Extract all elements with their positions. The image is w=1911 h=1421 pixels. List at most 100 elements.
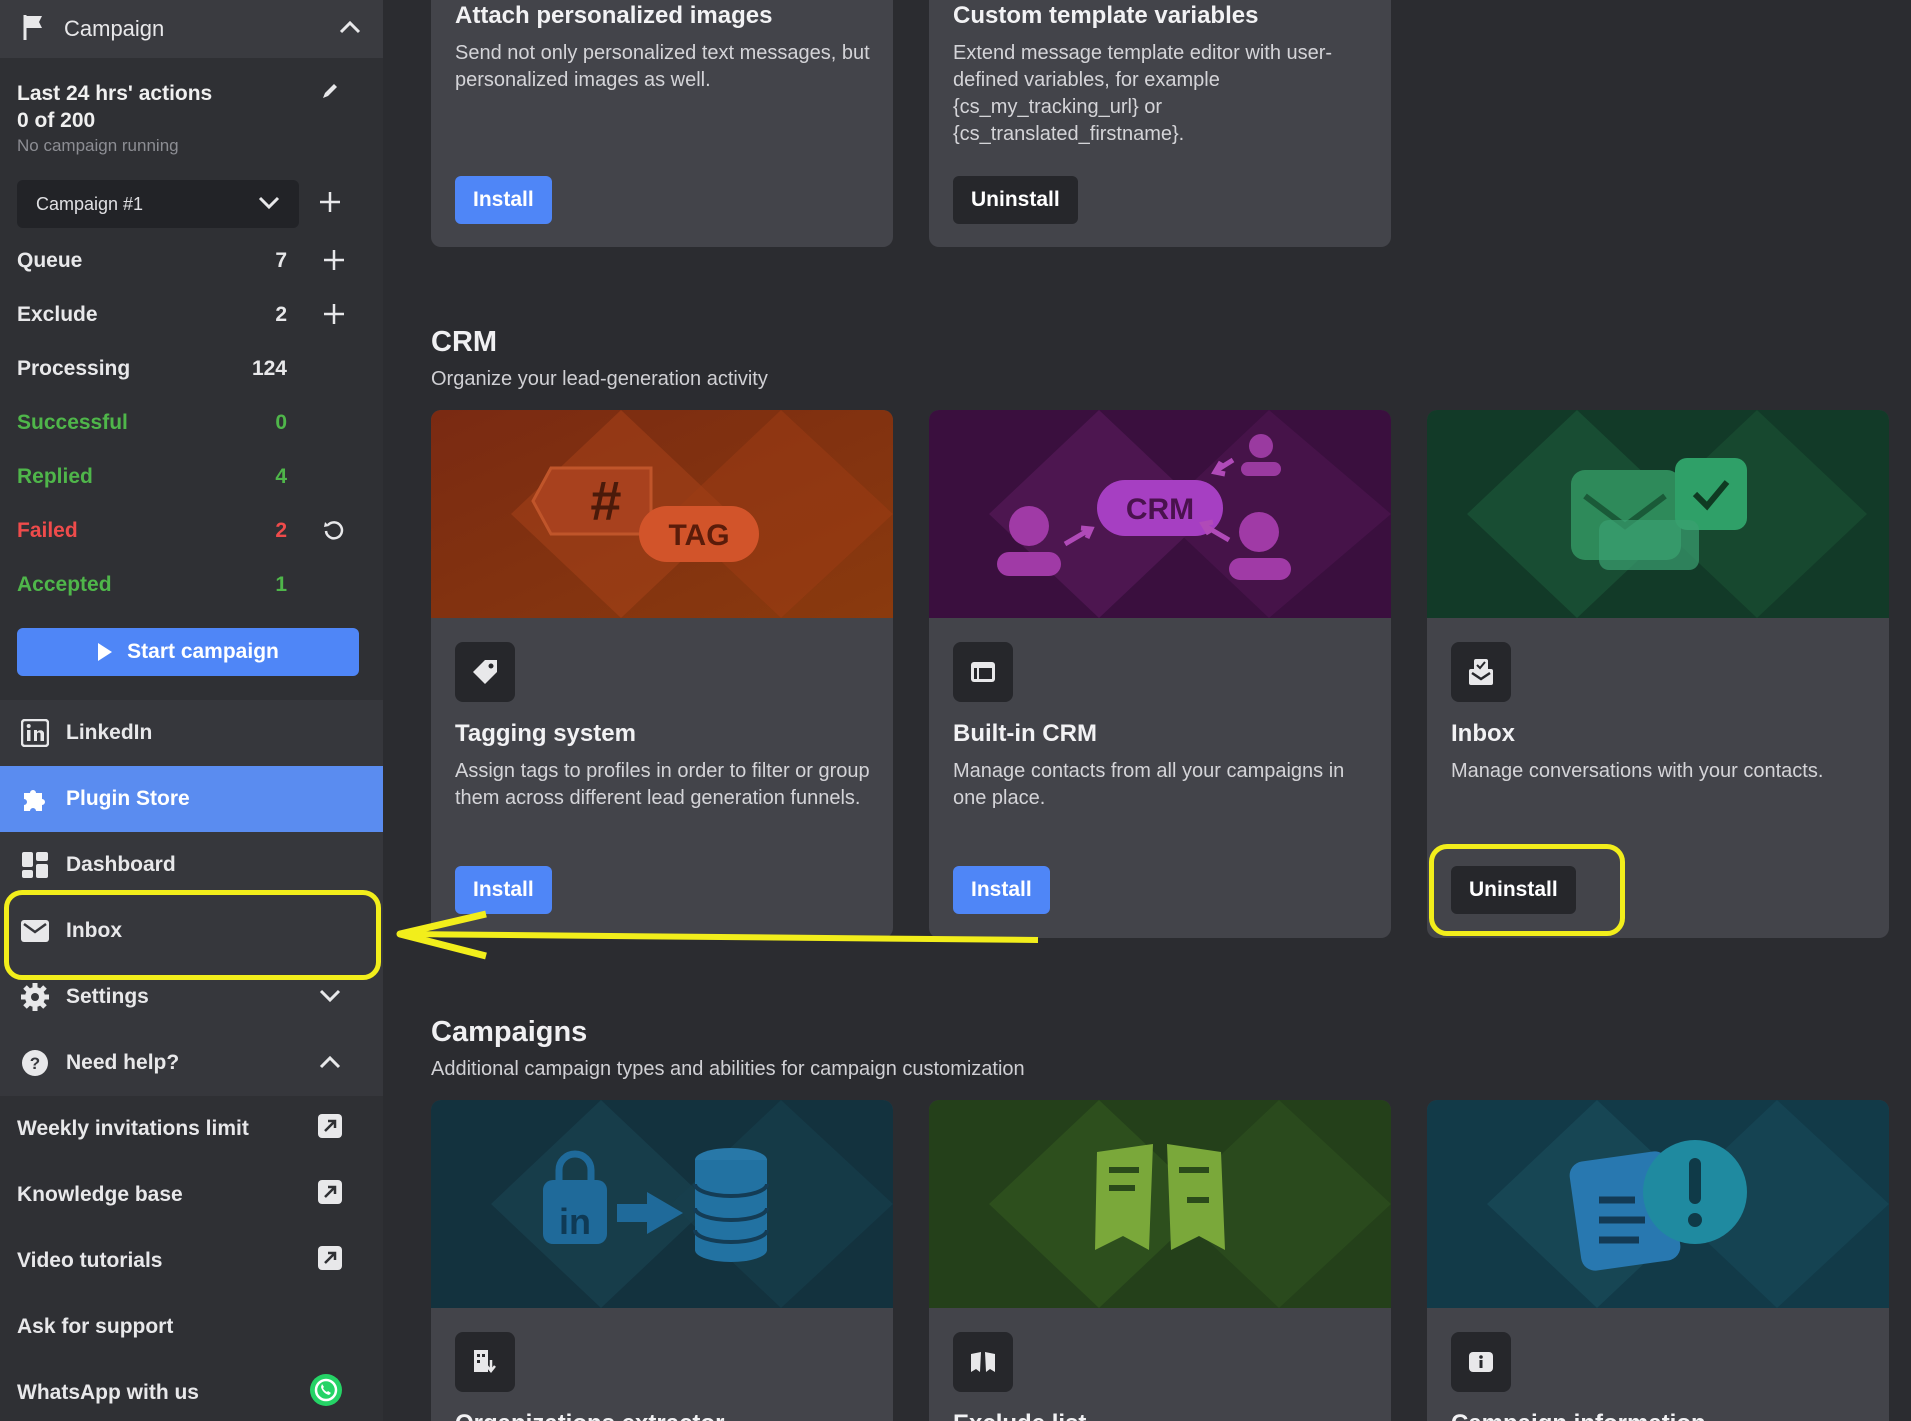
linkedin-icon <box>20 718 50 748</box>
tagging-banner-image: # TAG <box>431 410 893 618</box>
retry-icon[interactable] <box>323 519 345 547</box>
stat-value: 2 <box>275 519 287 542</box>
crm-banner-image: CRM <box>929 410 1391 618</box>
inbox-icon <box>1451 642 1511 702</box>
stat-row-accepted[interactable]: Accepted 1 <box>0 558 383 612</box>
plugin-card-campaign-information: Campaign information <box>1427 1100 1889 1421</box>
plugin-title: Tagging system <box>455 720 636 747</box>
crm-table-icon <box>953 642 1013 702</box>
stat-row-processing[interactable]: Processing 124 <box>0 342 383 396</box>
campaign-section-header[interactable]: Campaign <box>0 0 383 58</box>
help-knowledge-base[interactable]: Knowledge base <box>0 1162 383 1228</box>
nav-need-help[interactable]: ? Need help? <box>0 1030 383 1096</box>
start-campaign-button[interactable]: Start campaign <box>17 628 359 676</box>
stat-label: Exclude <box>17 303 98 326</box>
chevron-up-icon[interactable] <box>339 20 361 39</box>
help-link-label: Weekly invitations limit <box>17 1117 249 1140</box>
edit-pencil-icon[interactable] <box>321 82 339 105</box>
help-whatsapp[interactable]: WhatsApp with us <box>0 1360 383 1421</box>
stat-value: 2 <box>275 303 287 326</box>
plugin-description: Send not only personalized text messages… <box>455 42 870 91</box>
stat-label: Queue <box>17 249 83 272</box>
in-banner-text: in <box>559 1201 591 1242</box>
help-link-label: Video tutorials <box>17 1249 163 1272</box>
stat-label: Successful <box>17 411 128 434</box>
stat-row-successful[interactable]: Successful 0 <box>0 396 383 450</box>
plugin-title: Attach personalized images <box>455 2 773 29</box>
add-exclude-icon[interactable] <box>323 303 345 331</box>
plugin-card-exclude-list: Exclude list <box>929 1100 1391 1421</box>
svg-text:?: ? <box>30 1054 40 1073</box>
nav-label: Settings <box>66 985 149 1008</box>
stat-row-exclude[interactable]: Exclude 2 <box>0 288 383 342</box>
annotation-arrow-icon <box>396 910 1039 960</box>
plugin-description: Manage conversations with your contacts. <box>1451 760 1824 782</box>
exclude-list-icon <box>953 1332 1013 1392</box>
campaign-section-label: Campaign <box>64 16 165 41</box>
building-download-icon <box>455 1332 515 1392</box>
plugin-description: Assign tags to profiles in order to filt… <box>455 760 870 809</box>
install-button[interactable]: Install <box>953 866 1050 914</box>
stat-value: 124 <box>251 357 287 380</box>
highlight-uninstall-button <box>1429 844 1625 936</box>
section-subtitle-campaigns: Additional campaign types and abilities … <box>431 1058 1025 1080</box>
external-link-icon <box>317 1179 343 1211</box>
highlight-inbox-nav <box>4 890 381 980</box>
stat-row-replied[interactable]: Replied 4 <box>0 450 383 504</box>
description-line: {cs_my_tracking_url} or <box>953 96 1162 118</box>
tag-banner-text: TAG <box>668 519 729 552</box>
nav-dashboard[interactable]: Dashboard <box>0 832 383 898</box>
plugin-card-built-in-crm: CRM Built-in CRM Manage contacts from al… <box>929 410 1391 938</box>
actions-count: 0 of 200 <box>17 109 96 132</box>
section-title-crm: CRM <box>431 326 498 358</box>
stat-row-queue[interactable]: Queue 7 <box>0 234 383 288</box>
help-link-label: WhatsApp with us <box>17 1381 199 1404</box>
help-video-tutorials[interactable]: Video tutorials <box>0 1228 383 1294</box>
button-label: Install <box>971 878 1032 901</box>
inbox-banner-image <box>1427 410 1889 618</box>
campaign-select-value: Campaign #1 <box>36 193 144 214</box>
sidebar: Campaign Last 24 hrs' actions 0 of 200 N… <box>0 0 383 1421</box>
plugin-title: Organizations extractor <box>455 1410 875 1421</box>
button-label: Install <box>473 878 534 901</box>
plugin-description: Manage contacts from all your campaigns … <box>953 760 1345 809</box>
add-campaign-icon[interactable] <box>319 191 341 218</box>
button-label: Install <box>473 188 534 211</box>
help-weekly-invitations-limit[interactable]: Weekly invitations limit <box>0 1096 383 1162</box>
install-button[interactable]: Install <box>455 866 552 914</box>
plugin-card-custom-variables: Custom template variables Extend message… <box>929 0 1391 247</box>
stat-label: Accepted <box>17 573 112 596</box>
stat-label: Processing <box>17 357 131 380</box>
tag-icon <box>455 642 515 702</box>
stat-value: 1 <box>275 573 287 596</box>
stat-value: 4 <box>275 465 287 488</box>
plugin-card-attach-images: Attach personalized images Send not only… <box>431 0 893 247</box>
nav-linkedin[interactable]: LinkedIn <box>0 700 383 766</box>
help-ask-for-support[interactable]: Ask for support <box>0 1294 383 1360</box>
help-link-label: Ask for support <box>17 1315 174 1338</box>
external-link-icon <box>317 1113 343 1145</box>
campaign-selector-row: Campaign #1 <box>17 180 366 228</box>
install-button[interactable]: Install <box>455 176 552 224</box>
stat-value: 7 <box>275 249 287 272</box>
section-subtitle-crm: Organize your lead-generation activity <box>431 368 768 390</box>
nav-plugin-store[interactable]: Plugin Store <box>0 766 383 832</box>
plugin-title: Exclude list <box>953 1410 1373 1421</box>
nav-label: Dashboard <box>66 853 176 876</box>
uninstall-button[interactable]: Uninstall <box>953 176 1078 224</box>
nav-label: Plugin Store <box>66 787 190 810</box>
svg-text:#: # <box>590 469 621 532</box>
plugin-title: Custom template variables <box>953 2 1259 29</box>
nav-label: Need help? <box>66 1051 180 1074</box>
start-campaign-label: Start campaign <box>127 640 279 663</box>
add-queue-icon[interactable] <box>323 249 345 277</box>
description-line: {cs_translated_firstname}. <box>953 123 1185 145</box>
stat-row-failed[interactable]: Failed 2 <box>0 504 383 558</box>
button-label: Uninstall <box>971 188 1060 211</box>
external-link-icon <box>317 1245 343 1277</box>
crm-banner-text: CRM <box>1126 493 1194 526</box>
campaign-select[interactable]: Campaign #1 <box>17 180 299 228</box>
plugin-description: Extend message template editor with user… <box>953 40 1373 148</box>
plugin-title: Inbox <box>1451 720 1515 747</box>
description-line: Extend message template editor with user… <box>953 42 1333 91</box>
